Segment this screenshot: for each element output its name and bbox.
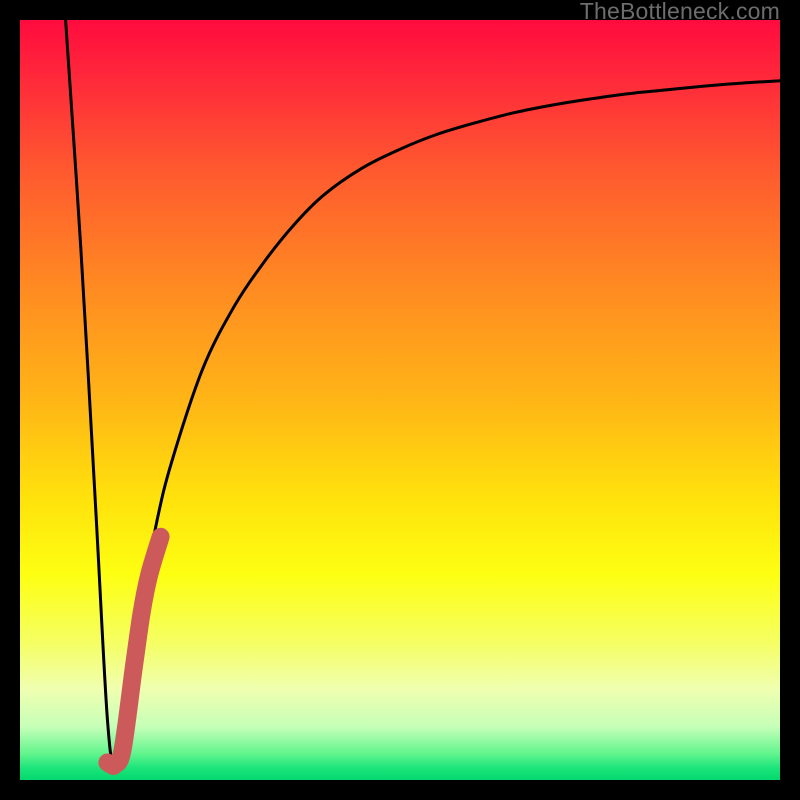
chart-frame: TheBottleneck.com xyxy=(0,0,800,800)
bottleneck-chart xyxy=(20,20,780,780)
plot-area xyxy=(20,20,780,780)
